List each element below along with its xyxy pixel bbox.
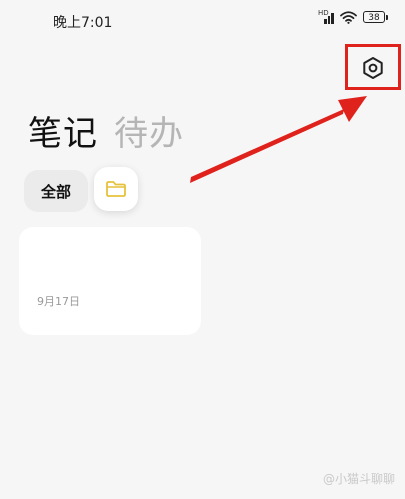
status-icons: HD 38 (318, 10, 388, 24)
signal-icon: HD (318, 10, 334, 24)
watermark: @小猫斗聊聊 (322, 472, 395, 486)
folder-all-chip[interactable]: 全部 (24, 170, 88, 212)
settings-button[interactable] (360, 55, 386, 81)
settings-hexagon-icon (363, 57, 383, 79)
wifi-icon (340, 10, 357, 24)
tab-todo[interactable]: 待办 (114, 106, 184, 155)
note-card[interactable]: 9月17日 (19, 227, 201, 335)
folder-icon (106, 181, 126, 197)
tab-notes[interactable]: 笔记 (28, 106, 98, 155)
note-date: 9月17日 (37, 295, 80, 308)
status-time: 晚上7:01 (53, 15, 113, 31)
battery-icon: 38 (363, 11, 388, 23)
settings-highlight-box (345, 44, 401, 90)
folder-chip[interactable] (94, 167, 138, 211)
